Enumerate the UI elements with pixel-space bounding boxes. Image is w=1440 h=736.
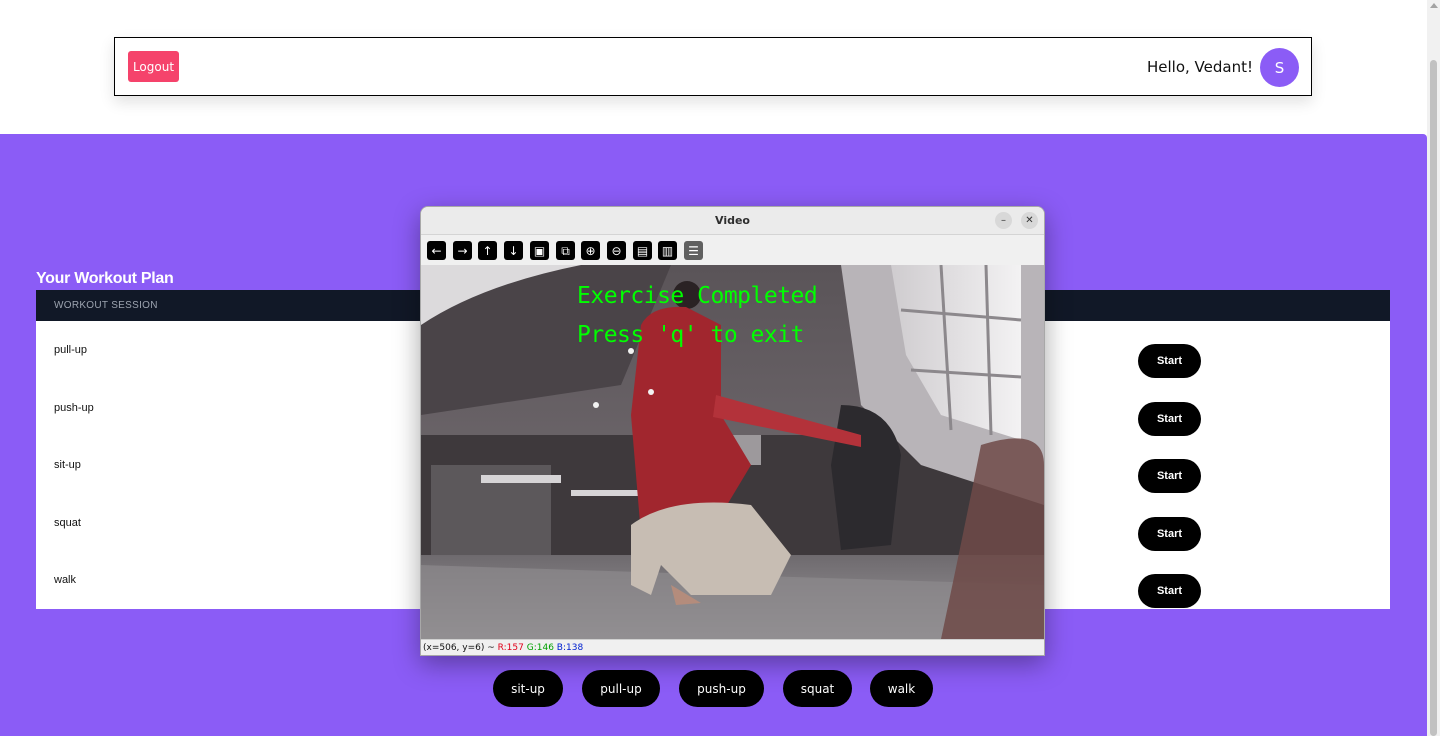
top-header: Logout Hello, Vedant! S	[114, 37, 1312, 96]
scrollbar-thumb[interactable]	[1430, 60, 1437, 736]
zoom-in-icon[interactable]: ⊕	[581, 241, 600, 260]
workout-name: pull-up	[54, 344, 88, 356]
pixel-green-value: G:146	[526, 643, 554, 653]
logout-button[interactable]: Logout	[128, 51, 179, 82]
arrow-down-icon[interactable]: ↓	[504, 241, 523, 260]
start-sit-up-button[interactable]: Start	[1138, 459, 1201, 493]
arrow-right-icon[interactable]: →	[453, 241, 472, 260]
close-icon[interactable]: ✕	[1021, 212, 1038, 229]
workout-name: sit-up	[54, 459, 81, 471]
pixel-blue-value: B:138	[556, 643, 584, 653]
minimize-icon[interactable]: –	[995, 212, 1012, 229]
page-scrollbar[interactable]	[1427, 0, 1440, 736]
exercise-button-row: sit-up pull-up push-up squat walk	[0, 670, 1427, 707]
user-greeting: Hello, Vedant!	[1147, 58, 1253, 76]
pixel-red-value: R:157	[497, 643, 524, 653]
exercise-walk-button[interactable]: walk	[870, 670, 933, 707]
workout-name: walk	[54, 574, 77, 586]
workout-name: push-up	[54, 402, 94, 414]
exercise-push-up-button[interactable]: push-up	[679, 670, 764, 707]
video-window-title: Video	[715, 214, 750, 227]
video-window[interactable]: Video – ✕ ← → ↑ ↓ ▣ ⧉ ⊕ ⊖ ▤ ▥ ☰ Exercise…	[420, 206, 1045, 656]
exercise-pull-up-button[interactable]: pull-up	[582, 670, 660, 707]
start-squat-button[interactable]: Start	[1138, 517, 1201, 551]
start-walk-button[interactable]: Start	[1138, 574, 1201, 608]
copy-clipboard-icon[interactable]: ▥	[658, 241, 677, 260]
avatar[interactable]: S	[1260, 48, 1299, 87]
properties-icon[interactable]: ☰	[684, 241, 703, 260]
arrow-left-icon[interactable]: ←	[427, 241, 446, 260]
zoom-original-icon[interactable]: ⧉	[556, 241, 575, 260]
start-push-up-button[interactable]: Start	[1138, 402, 1201, 436]
workout-name: squat	[54, 517, 81, 529]
start-pull-up-button[interactable]: Start	[1138, 344, 1201, 378]
column-header-workout-session: WORKOUT SESSION	[54, 300, 158, 311]
video-window-titlebar[interactable]: Video – ✕	[421, 207, 1044, 235]
arrow-up-icon[interactable]: ↑	[478, 241, 497, 260]
camera-frame[interactable]: Exercise Completed Press 'q' to exit	[421, 265, 1044, 639]
press-q-exit-overlay: Press 'q' to exit	[577, 322, 804, 348]
workout-plan-title: Your Workout Plan	[36, 270, 174, 287]
exercise-squat-button[interactable]: squat	[783, 670, 852, 707]
scroll-up-arrow-icon[interactable]	[1430, 3, 1438, 8]
pixel-status-bar: (x=506, y=6) ~ R:157 G:146 B:138	[421, 639, 1044, 655]
zoom-fit-icon[interactable]: ▣	[530, 241, 549, 260]
zoom-out-icon[interactable]: ⊖	[607, 241, 626, 260]
save-icon[interactable]: ▤	[633, 241, 652, 260]
video-toolbar: ← → ↑ ↓ ▣ ⧉ ⊕ ⊖ ▤ ▥ ☰	[421, 236, 1044, 265]
cursor-coordinates: (x=506, y=6) ~	[423, 643, 495, 653]
exercise-sit-up-button[interactable]: sit-up	[493, 670, 563, 707]
exercise-completed-overlay: Exercise Completed	[577, 283, 818, 309]
